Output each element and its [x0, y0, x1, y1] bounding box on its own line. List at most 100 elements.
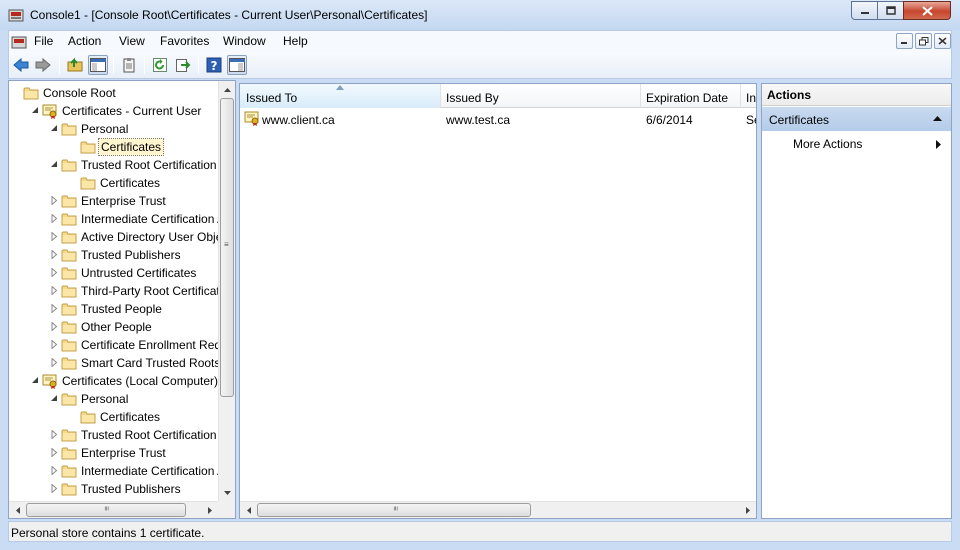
scroll-right-arrow[interactable] [201, 502, 218, 518]
tree-item[interactable]: Trusted Root Certification Authorities [9, 156, 235, 174]
tree-collapsed-icon[interactable] [50, 430, 59, 439]
tree-item[interactable]: Certificate Enrollment Requests [9, 336, 235, 354]
menu-favorites[interactable]: Favorites [160, 34, 209, 48]
column-intended-purposes[interactable]: Intended Purposes [740, 84, 757, 108]
grip-icon: ≡ [224, 240, 229, 249]
tree-item[interactable]: Enterprise Trust [9, 444, 218, 462]
tree-collapsed-icon[interactable] [50, 214, 59, 223]
tree-collapsed-icon[interactable] [50, 358, 59, 367]
console-tree[interactable]: Console Root Certificates - Current User P… [8, 80, 236, 519]
tree-scroll-thumb[interactable]: ≡ [220, 98, 234, 397]
column-expiration-label: Expiration Date [646, 91, 729, 105]
scroll-down-arrow[interactable] [219, 484, 235, 501]
mmc-app-icon[interactable] [8, 7, 24, 23]
list-horizontal-scrollbar[interactable]: ≡ [240, 501, 756, 518]
tree-hscroll-thumb[interactable]: ≡ [26, 503, 186, 517]
console-menu-icon[interactable] [11, 34, 27, 50]
tree-item[interactable]: Third-Party Root Certification Authoriti… [9, 282, 235, 300]
tree-collapsed-icon[interactable] [50, 286, 59, 295]
up-one-level-button[interactable] [65, 55, 85, 75]
folder-icon [61, 195, 77, 208]
maximize-button[interactable] [877, 1, 904, 20]
tree-collapsed-icon[interactable] [50, 448, 59, 457]
tree-expanded-icon[interactable] [50, 160, 59, 169]
tree-expanded-icon[interactable] [31, 376, 40, 385]
tree-horizontal-scrollbar[interactable]: ≡ [9, 501, 218, 518]
forward-button[interactable] [33, 55, 53, 75]
tree-collapsed-icon[interactable] [50, 232, 59, 241]
tree-collapsed-icon[interactable] [50, 268, 59, 277]
up-arrow-icon [224, 87, 231, 92]
menu-view[interactable]: View [119, 34, 145, 48]
minimize-button[interactable] [851, 1, 878, 20]
results-list[interactable]: Issued To Issued By Expiration Date Inte… [239, 83, 757, 519]
tree-collapsed-icon[interactable] [50, 196, 59, 205]
tree-expanded-icon[interactable] [31, 106, 40, 115]
column-issued-to[interactable]: Issued To [240, 84, 441, 108]
grip-icon: ≡ [102, 506, 111, 511]
child-restore-button[interactable] [915, 33, 932, 49]
menu-help[interactable]: Help [283, 34, 308, 48]
title-bar[interactable]: Console1 - [Console Root\Certificates - … [0, 0, 960, 30]
tree-collapsed-icon[interactable] [50, 322, 59, 331]
tree-collapsed-icon[interactable] [50, 340, 59, 349]
tree-item[interactable]: Certificates [9, 138, 218, 156]
menu-file[interactable]: File [34, 34, 53, 48]
list-hscroll-thumb[interactable]: ≡ [257, 503, 531, 517]
tree-expanded-icon[interactable] [50, 394, 59, 403]
column-purposes-label: Intended Purposes [746, 91, 757, 105]
tree-item[interactable]: Smart Card Trusted Roots [9, 354, 220, 372]
tree-item[interactable]: Certificates [9, 174, 218, 192]
show-hide-action-pane-button[interactable] [227, 55, 247, 75]
tree-item[interactable]: Certificates (Local Computer) [9, 372, 218, 390]
tree-item[interactable]: Intermediate Certification Authorities [9, 210, 235, 228]
column-expiration-date[interactable]: Expiration Date [640, 84, 741, 108]
tree-expanded-icon[interactable] [50, 124, 59, 133]
tree-item[interactable]: Personal [9, 120, 218, 138]
actions-section-certificates[interactable]: Certificates [762, 107, 951, 131]
refresh-button[interactable] [150, 55, 170, 75]
down-arrow-icon [224, 490, 231, 495]
tree-item[interactable]: Personal [9, 390, 218, 408]
scroll-left-arrow[interactable] [240, 502, 257, 518]
tree-item[interactable]: Trusted Root Certification Authorities [9, 426, 235, 444]
more-actions-item[interactable]: More Actions [793, 137, 862, 151]
tree-item[interactable]: Active Directory User Object [9, 228, 232, 246]
tree-item[interactable]: Other People [9, 318, 218, 336]
tree-item[interactable]: Certificates [9, 408, 218, 426]
tree-item-label: Enterprise Trust [81, 194, 166, 208]
menu-action[interactable]: Action [68, 34, 101, 48]
tree-collapsed-icon[interactable] [50, 250, 59, 259]
export-button[interactable] [173, 55, 193, 75]
menu-window[interactable]: Window [223, 34, 266, 48]
close-icon [938, 37, 947, 45]
window-title: Console1 - [Console Root\Certificates - … [30, 8, 428, 22]
show-hide-console-tree-button[interactable] [88, 55, 108, 75]
scroll-up-arrow[interactable] [219, 81, 235, 98]
tree-collapsed-icon[interactable] [50, 484, 59, 493]
tree-item[interactable]: Trusted Publishers [9, 480, 218, 498]
folder-icon [61, 249, 77, 262]
close-icon [921, 5, 933, 16]
export-list-button[interactable] [119, 55, 139, 75]
close-button[interactable] [903, 1, 951, 20]
tree-item[interactable]: Certificates - Current User [9, 102, 218, 120]
child-minimize-button[interactable] [896, 33, 913, 49]
tree-item[interactable]: Intermediate Certification Authorities [9, 462, 235, 480]
tree-collapsed-icon[interactable] [50, 304, 59, 313]
column-issued-by[interactable]: Issued By [440, 84, 641, 108]
child-close-button[interactable] [934, 33, 951, 49]
tree-item[interactable]: Untrusted Certificates [9, 264, 218, 282]
tree-item[interactable]: Trusted People [9, 300, 218, 318]
scroll-left-arrow[interactable] [9, 502, 26, 518]
scroll-right-arrow[interactable] [739, 502, 756, 518]
tree-item[interactable]: Trusted Publishers [9, 246, 218, 264]
certificate-row[interactable]: www.client.ca www.test.ca 6/6/2014 Serve… [240, 109, 756, 129]
tree-collapsed-icon[interactable] [50, 466, 59, 475]
tree-item[interactable]: Enterprise Trust [9, 192, 218, 210]
back-button[interactable] [11, 55, 31, 75]
tree-vertical-scrollbar[interactable]: ≡ [218, 81, 235, 501]
right-arrow-icon [207, 507, 212, 514]
tree-item[interactable]: Console Root [9, 84, 218, 102]
help-button[interactable]: ? [204, 55, 224, 75]
